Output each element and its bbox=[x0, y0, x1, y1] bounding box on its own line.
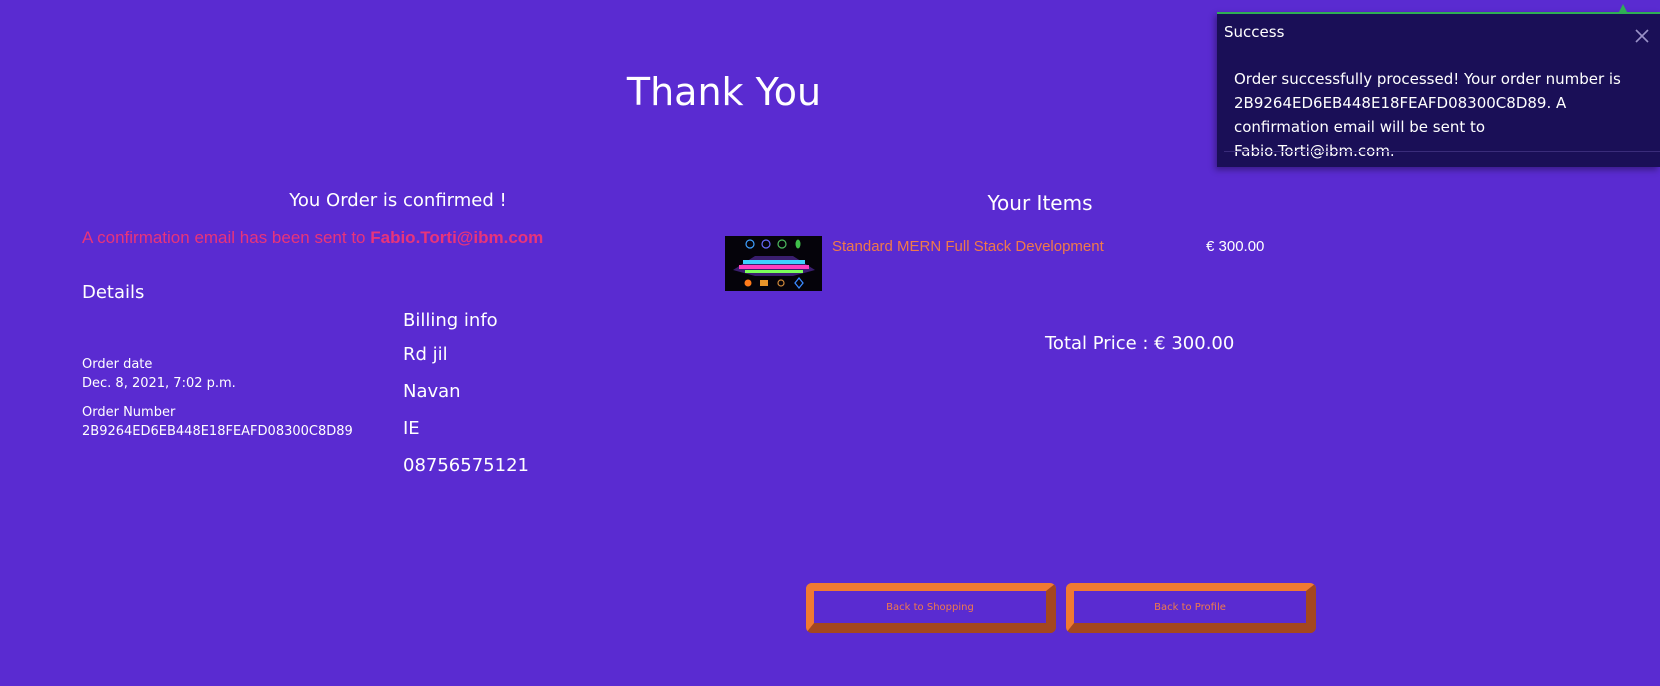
confirmation-email-prefix: A confirmation email has been sent to bbox=[82, 228, 366, 247]
back-to-profile-label: Back to Profile bbox=[1154, 601, 1226, 613]
confirmation-email-address: Fabio.Torti@ibm.com bbox=[370, 228, 544, 247]
order-number-label: Order Number bbox=[82, 405, 176, 420]
order-confirmed-heading: You Order is confirmed ! bbox=[289, 190, 507, 211]
your-items-heading: Your Items bbox=[987, 191, 1093, 215]
item-price: € 300.00 bbox=[1206, 238, 1265, 255]
order-date-label: Order date bbox=[82, 357, 153, 372]
success-toast: Success Order successfully processed! Yo… bbox=[1217, 4, 1660, 167]
toast-message: Order successfully processed! Your order… bbox=[1234, 70, 1621, 160]
billing-country: IE bbox=[403, 418, 420, 439]
close-icon[interactable] bbox=[1632, 26, 1652, 46]
details-heading: Details bbox=[82, 282, 145, 303]
confirmation-email-line: A confirmation email has been sent to Fa… bbox=[82, 228, 543, 248]
toast-title: Success bbox=[1224, 23, 1285, 41]
billing-info-heading: Billing info bbox=[403, 310, 498, 331]
order-number-value: 2B9264ED6EB448E18FEAFD08300C8D89 bbox=[82, 424, 353, 439]
item-name-link[interactable]: Standard MERN Full Stack Development bbox=[832, 238, 1104, 255]
toast-divider bbox=[1224, 151, 1660, 152]
back-to-shopping-label: Back to Shopping bbox=[886, 601, 974, 613]
back-to-profile-button[interactable]: Back to Profile bbox=[1066, 583, 1316, 633]
total-price: Total Price : € 300.00 bbox=[1045, 333, 1235, 354]
mern-stack-thumbnail-icon bbox=[725, 236, 822, 291]
toast-arrow bbox=[1618, 4, 1628, 14]
billing-phone: 08756575121 bbox=[403, 455, 529, 476]
billing-city: Navan bbox=[403, 381, 461, 402]
back-to-shopping-button[interactable]: Back to Shopping bbox=[806, 583, 1056, 633]
order-date-value: Dec. 8, 2021, 7:02 p.m. bbox=[82, 376, 236, 391]
billing-address-line: Rd jil bbox=[403, 344, 448, 365]
